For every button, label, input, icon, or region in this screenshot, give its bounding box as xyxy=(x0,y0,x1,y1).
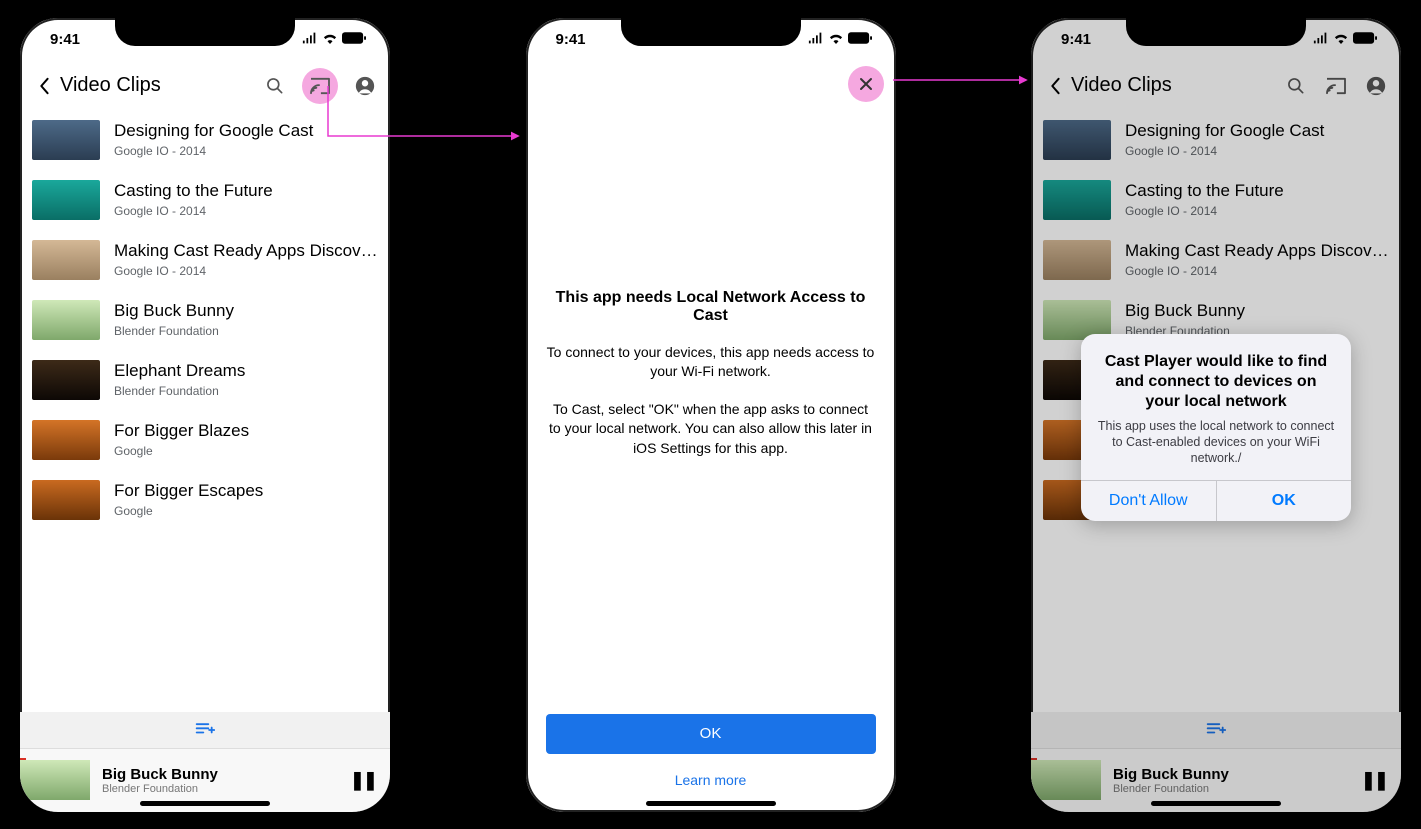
list-item[interactable]: For Bigger Escapes Google xyxy=(20,470,390,530)
cellular-signal-icon xyxy=(302,31,318,48)
alert-title: Cast Player would like to find and conne… xyxy=(1097,352,1335,412)
app-header: Video Clips xyxy=(20,62,390,110)
wifi-icon xyxy=(322,31,338,48)
phone-permission-alert-screen: 9:41 Video Clips Designing for Google Ca… xyxy=(1021,8,1411,822)
battery-icon xyxy=(848,31,872,48)
local-network-interstitial: This app needs Local Network Access to C… xyxy=(526,62,896,812)
video-title: Designing for Google Cast xyxy=(114,121,378,141)
now-playing-thumbnail xyxy=(20,760,90,800)
video-thumbnail xyxy=(32,240,100,280)
status-icons xyxy=(302,31,366,48)
video-subtitle: Google IO - 2014 xyxy=(114,264,378,278)
alert-message: This app uses the local network to conne… xyxy=(1097,418,1335,467)
video-title: Making Cast Ready Apps Discover... xyxy=(114,241,378,261)
video-title: For Bigger Escapes xyxy=(114,481,378,501)
video-subtitle: Blender Foundation xyxy=(114,384,378,398)
list-item[interactable]: Designing for Google Cast Google IO - 201… xyxy=(20,110,390,170)
list-item[interactable]: Elephant Dreams Blender Foundation xyxy=(20,350,390,410)
pause-button[interactable]: ❚❚ xyxy=(350,770,376,791)
video-list[interactable]: Designing for Google Cast Google IO - 201… xyxy=(20,110,390,712)
close-button-highlighted[interactable] xyxy=(848,66,884,102)
flow-arrow-2 xyxy=(888,70,1033,90)
list-item[interactable]: Big Buck Bunny Blender Foundation xyxy=(20,290,390,350)
status-icons xyxy=(808,31,872,48)
list-item[interactable]: Casting to the Future Google IO - 2014 xyxy=(20,170,390,230)
video-subtitle: Google xyxy=(114,444,378,458)
notch xyxy=(1126,16,1306,46)
interstitial-body-1: To connect to your devices, this app nee… xyxy=(546,343,876,382)
notch xyxy=(621,16,801,46)
list-item[interactable]: Making Cast Ready Apps Discover... Google… xyxy=(20,230,390,290)
back-button[interactable] xyxy=(32,77,56,95)
video-thumbnail xyxy=(32,480,100,520)
list-item[interactable]: For Bigger Blazes Google xyxy=(20,410,390,470)
video-thumbnail xyxy=(32,120,100,160)
notch xyxy=(115,16,295,46)
home-indicator[interactable] xyxy=(646,801,776,806)
progress-indicator xyxy=(20,758,26,760)
interstitial-body-2: To Cast, select "OK" when the app asks t… xyxy=(546,400,876,459)
dont-allow-button[interactable]: Don't Allow xyxy=(1081,481,1216,521)
video-title: For Bigger Blazes xyxy=(114,421,378,441)
status-time: 9:41 xyxy=(50,31,80,48)
video-thumbnail xyxy=(32,300,100,340)
status-time: 9:41 xyxy=(556,31,586,48)
video-title: Casting to the Future xyxy=(114,181,378,201)
interstitial-title: This app needs Local Network Access to C… xyxy=(546,289,876,325)
video-title: Big Buck Bunny xyxy=(114,301,378,321)
cast-button-highlighted[interactable] xyxy=(302,68,338,104)
phone-interstitial-screen: 9:41 This app needs Local Network Access… xyxy=(516,8,906,822)
account-button[interactable] xyxy=(352,73,378,99)
video-thumbnail xyxy=(32,360,100,400)
now-playing-subtitle: Blender Foundation xyxy=(102,783,338,795)
video-subtitle: Google xyxy=(114,504,378,518)
video-thumbnail xyxy=(32,180,100,220)
cellular-signal-icon xyxy=(808,31,824,48)
local-network-permission-alert: Cast Player would like to find and conne… xyxy=(1081,334,1351,522)
search-button[interactable] xyxy=(262,73,288,99)
video-subtitle: Google IO - 2014 xyxy=(114,204,378,218)
battery-icon xyxy=(342,31,366,48)
allow-ok-button[interactable]: OK xyxy=(1216,481,1352,521)
video-subtitle: Google IO - 2014 xyxy=(114,144,378,158)
video-title: Elephant Dreams xyxy=(114,361,378,381)
now-playing-title: Big Buck Bunny xyxy=(102,766,338,783)
queue-add-button[interactable] xyxy=(20,712,390,748)
home-indicator[interactable] xyxy=(140,801,270,806)
phone-list-screen: 9:41 Video Clips Designing for Google Ca… xyxy=(10,8,400,822)
ok-button[interactable]: OK xyxy=(546,714,876,754)
page-title: Video Clips xyxy=(60,74,262,97)
wifi-icon xyxy=(828,31,844,48)
video-subtitle: Blender Foundation xyxy=(114,324,378,338)
video-thumbnail xyxy=(32,420,100,460)
learn-more-link[interactable]: Learn more xyxy=(546,772,876,788)
